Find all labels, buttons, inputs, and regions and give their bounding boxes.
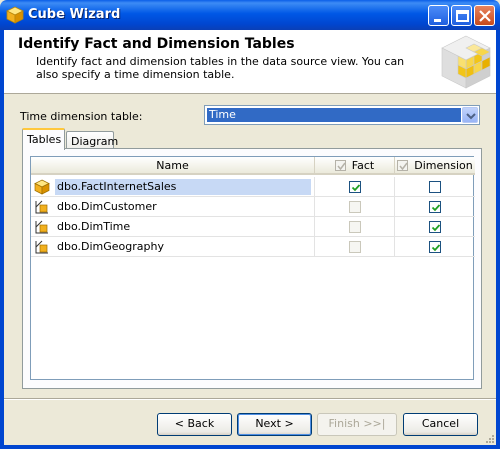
table-row[interactable]: dbo.DimGeography	[31, 237, 475, 257]
cube-art-icon	[441, 35, 491, 89]
page-description: Identify fact and dimension tables in th…	[36, 55, 405, 81]
dimension-checkbox[interactable]	[429, 201, 441, 213]
fact-cell	[315, 217, 395, 237]
column-header-name[interactable]: Name	[31, 157, 315, 175]
time-dimension-select[interactable]: Time	[204, 105, 480, 125]
dimension-table-icon	[35, 200, 48, 214]
table-row[interactable]: dbo.DimTime	[31, 217, 475, 237]
fact-cell	[315, 177, 395, 197]
dimension-table-icon	[35, 240, 48, 254]
maximize-icon	[456, 10, 469, 22]
cube-wizard-icon	[6, 6, 24, 24]
fact-cell	[315, 197, 395, 217]
dimension-cell	[395, 237, 475, 257]
tab-tables[interactable]: Tables	[22, 128, 65, 150]
dimension-header-checkbox	[397, 160, 409, 171]
fact-checkbox[interactable]	[349, 241, 361, 253]
fact-cell	[315, 237, 395, 257]
dimension-cell	[395, 177, 475, 197]
column-header-fact-label: Fact	[351, 159, 375, 172]
name-cell: dbo.FactInternetSales	[31, 177, 315, 197]
column-header-dimension[interactable]: Dimension	[395, 157, 475, 175]
fact-header-checkbox	[334, 160, 346, 171]
window-frame-bottom	[0, 445, 500, 449]
minimize-icon	[434, 19, 441, 22]
fact-checkbox[interactable]	[349, 221, 361, 233]
fact-checkbox[interactable]	[349, 181, 361, 193]
resize-grip-icon[interactable]	[484, 433, 495, 444]
maximize-button[interactable]	[451, 5, 472, 26]
name-cell: dbo.DimTime	[31, 217, 315, 237]
wizard-header: Identify Fact and Dimension Tables Ident…	[4, 30, 496, 94]
check-icon	[431, 244, 441, 252]
time-dimension-value: Time	[207, 108, 461, 122]
divider	[4, 398, 496, 400]
dimension-checkbox[interactable]	[429, 241, 441, 253]
dimension-checkbox[interactable]	[429, 221, 441, 233]
finish-button[interactable]: Finish >>|	[317, 413, 397, 436]
next-button[interactable]: Next >	[237, 413, 312, 436]
dimension-cell	[395, 217, 475, 237]
column-header-name-label: Name	[156, 159, 189, 172]
fact-table-icon	[34, 179, 50, 195]
table-name: dbo.DimTime	[57, 220, 131, 233]
cancel-button[interactable]: Cancel	[403, 413, 478, 436]
window-title: Cube Wizard	[28, 7, 121, 22]
table-row[interactable]: dbo.FactInternetSales	[31, 177, 475, 197]
tables-grid: Name Fact Dimension dbo.FactInternetSale…	[30, 156, 475, 380]
time-dimension-label: Time dimension table:	[20, 110, 143, 123]
minimize-button[interactable]	[428, 5, 449, 26]
close-icon	[479, 10, 491, 22]
check-icon	[399, 162, 408, 171]
name-cell: dbo.DimGeography	[31, 237, 315, 257]
check-icon	[431, 204, 441, 212]
table-name: dbo.DimCustomer	[57, 200, 157, 213]
page-title: Identify Fact and Dimension Tables	[18, 36, 295, 52]
table-row[interactable]: dbo.DimCustomer	[31, 197, 475, 217]
window-frame-right	[496, 30, 500, 449]
dropdown-button[interactable]	[462, 107, 478, 123]
chevron-down-icon	[466, 113, 476, 120]
dimension-table-icon	[35, 220, 48, 234]
column-header-dimension-label: Dimension	[414, 159, 473, 172]
close-button[interactable]	[474, 5, 495, 26]
dimension-cell	[395, 197, 475, 217]
column-header-fact[interactable]: Fact	[315, 157, 395, 175]
check-icon	[431, 224, 441, 232]
title-bar[interactable]: Cube Wizard	[0, 0, 500, 30]
check-icon	[337, 162, 346, 171]
fact-checkbox[interactable]	[349, 201, 361, 213]
back-button[interactable]: < Back	[157, 413, 232, 436]
table-name: dbo.DimGeography	[57, 240, 164, 253]
table-name: dbo.FactInternetSales	[55, 179, 311, 195]
tables-tab-panel: Name Fact Dimension dbo.FactInternetSale…	[22, 148, 482, 389]
dimension-checkbox[interactable]	[429, 181, 441, 193]
check-icon	[351, 184, 361, 192]
name-cell: dbo.DimCustomer	[31, 197, 315, 217]
